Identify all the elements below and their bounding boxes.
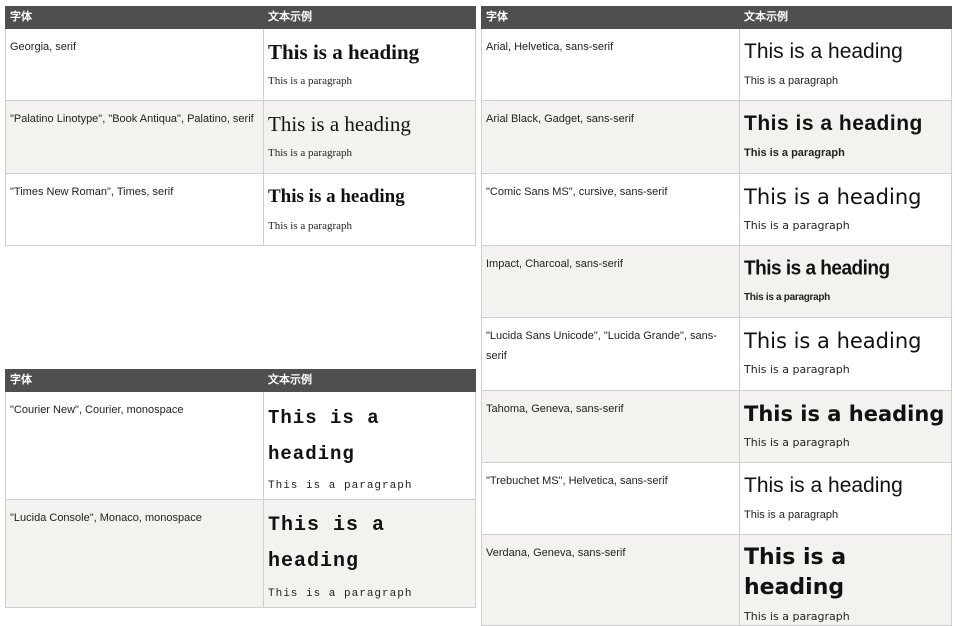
font-sample-cell: This is a heading This is a paragraph (739, 534, 952, 626)
sample-heading: This is a heading (744, 185, 922, 209)
column-header-sample: 文本示例 (263, 369, 476, 392)
table-row: Arial, Helvetica, sans-serif This is a h… (481, 28, 952, 101)
font-sample-cell: This is a heading This is a paragraph (263, 100, 476, 174)
sample-heading: This is a heading (744, 112, 923, 135)
table-row: "Times New Roman", Times, serif This is … (5, 173, 476, 246)
font-sample-cell: This is a heading This is a paragraph (263, 499, 476, 608)
font-name-cell: "Lucida Sans Unicode", "Lucida Grande", … (481, 317, 740, 391)
font-name-cell: "Lucida Console", Monaco, monospace (5, 499, 264, 608)
font-sample-cell: This is a heading This is a paragraph (739, 173, 952, 246)
column-header-sample: 文本示例 (739, 6, 952, 29)
font-sample-cell: This is a heading This is a paragraph (739, 317, 952, 391)
font-sample-cell: This is a heading This is a paragraph (739, 462, 952, 535)
font-name-cell: "Times New Roman", Times, serif (5, 173, 264, 246)
sample-heading: This is a heading (744, 40, 903, 63)
font-sample-cell: This is a heading This is a paragraph (263, 391, 476, 500)
column-header-font: 字体 (5, 6, 264, 29)
table-row: "Lucida Console", Monaco, monospace This… (5, 499, 476, 608)
font-name-line: serif (486, 350, 507, 362)
sample-paragraph: This is a paragraph (268, 480, 413, 492)
font-name-cell: Georgia, serif (5, 28, 264, 101)
table-row: Arial Black, Gadget, sans-serif This is … (481, 100, 952, 174)
font-name-cell: Arial Black, Gadget, sans-serif (481, 100, 740, 174)
sample-paragraph: This is a paragraph (744, 436, 850, 449)
table-row: "Comic Sans MS", cursive, sans-serif Thi… (481, 173, 952, 246)
column-header-font: 字体 (481, 6, 740, 29)
sample-paragraph: This is a paragraph (744, 75, 839, 87)
font-sample-cell: This is a heading This is a paragraph (739, 390, 952, 463)
font-name-cell: Verdana, Geneva, sans-serif (481, 534, 740, 626)
sample-heading: This is a heading (268, 186, 405, 207)
sans-serif-font-table: 字体 文本示例 Arial, Helvetica, sans-serif Thi… (481, 6, 952, 626)
sample-paragraph: This is a paragraph (744, 363, 850, 376)
sample-heading: This is a heading (268, 407, 380, 465)
sample-heading: This is a heading (268, 112, 411, 136)
font-sample-cell: This is a heading This is a paragraph (739, 100, 952, 174)
sample-paragraph: This is a paragraph (268, 588, 413, 600)
font-sample-cell: This is a heading This is a paragraph (263, 28, 476, 101)
sample-paragraph: This is a paragraph (744, 219, 850, 232)
sample-paragraph: This is a paragraph (744, 509, 839, 521)
table-row: Georgia, serif This is a heading This is… (5, 28, 476, 101)
font-name-cell: "Trebuchet MS", Helvetica, sans-serif (481, 462, 740, 535)
table-header-row: 字体 文本示例 (481, 6, 952, 29)
table-row: "Lucida Sans Unicode", "Lucida Grande", … (481, 317, 952, 391)
table-row: Impact, Charcoal, sans-serif This is a h… (481, 245, 952, 318)
sample-heading: This is a heading (268, 514, 386, 573)
font-sample-cell: This is a heading This is a paragraph (739, 28, 952, 101)
table-row: Tahoma, Geneva, sans-serif This is a hea… (481, 390, 952, 463)
table-header-row: 字体 文本示例 (5, 369, 476, 392)
table-row: "Courier New", Courier, monospace This i… (5, 391, 476, 500)
monospace-font-table: 字体 文本示例 "Courier New", Courier, monospac… (5, 369, 476, 608)
font-name-cell: Arial, Helvetica, sans-serif (481, 28, 740, 101)
column-header-font: 字体 (5, 369, 264, 392)
sample-paragraph: This is a paragraph (268, 75, 352, 87)
font-name-cell: "Comic Sans MS", cursive, sans-serif (481, 173, 740, 246)
font-name-cell: Tahoma, Geneva, sans-serif (481, 390, 740, 463)
table-header-row: 字体 文本示例 (5, 6, 476, 29)
font-name-line: "Lucida Sans Unicode", "Lucida Grande", … (486, 330, 717, 342)
sample-heading: This is a heading (744, 474, 903, 497)
table-row: "Palatino Linotype", "Book Antiqua", Pal… (5, 100, 476, 174)
font-name-cell: "Palatino Linotype", "Book Antiqua", Pal… (5, 100, 264, 174)
font-name-cell: Impact, Charcoal, sans-serif (481, 245, 740, 318)
sample-heading: This is a heading (268, 40, 420, 64)
sample-heading: This is a heading (744, 257, 890, 280)
table-row: Verdana, Geneva, sans-serif This is a he… (481, 534, 952, 626)
sample-paragraph: This is a paragraph (744, 610, 850, 623)
sample-paragraph: This is a paragraph (268, 220, 352, 232)
font-sample-cell: This is a heading This is a paragraph (263, 173, 476, 246)
font-sample-cell: This is a heading This is a paragraph (739, 245, 952, 318)
serif-font-table: 字体 文本示例 Georgia, serif This is a heading… (5, 6, 476, 246)
sample-paragraph: This is a paragraph (268, 147, 352, 159)
sample-heading: This is a heading (744, 329, 922, 353)
font-name-cell: "Courier New", Courier, monospace (5, 391, 264, 500)
column-header-sample: 文本示例 (263, 6, 476, 29)
sample-heading: This is a heading (744, 402, 945, 426)
table-row: "Trebuchet MS", Helvetica, sans-serif Th… (481, 462, 952, 535)
sample-heading: This is a heading (744, 545, 847, 600)
sample-paragraph: This is a paragraph (744, 147, 845, 159)
sample-paragraph: This is a paragraph (744, 292, 830, 303)
